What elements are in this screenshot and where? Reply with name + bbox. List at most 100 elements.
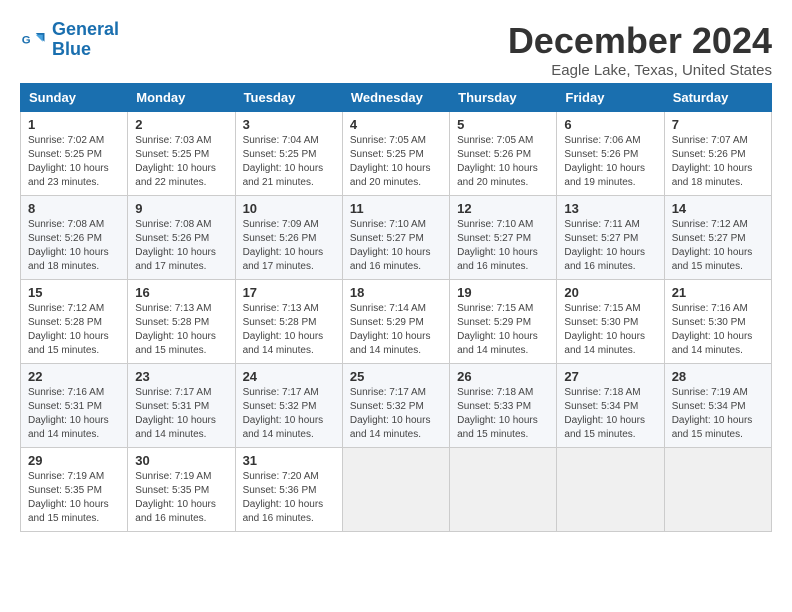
calendar-header-row: SundayMondayTuesdayWednesdayThursdayFrid… [21,84,772,112]
calendar-cell: 22 Sunrise: 7:16 AM Sunset: 5:31 PM Dayli… [21,364,128,448]
calendar-subtitle: Eagle Lake, Texas, United States [508,62,772,79]
day-number: 17 [243,285,335,300]
calendar-week-1: 1 Sunrise: 7:02 AM Sunset: 5:25 PM Daylig… [21,112,772,196]
calendar-cell: 24 Sunrise: 7:17 AM Sunset: 5:32 PM Dayli… [235,364,342,448]
calendar-header-monday: Monday [128,84,235,112]
svg-text:G: G [22,34,31,46]
calendar-cell: 9 Sunrise: 7:08 AM Sunset: 5:26 PM Daylig… [128,196,235,280]
logo-icon: G [20,26,48,54]
day-number: 2 [135,117,227,132]
calendar-cell: 23 Sunrise: 7:17 AM Sunset: 5:31 PM Dayli… [128,364,235,448]
day-info: Sunrise: 7:18 AM Sunset: 5:33 PM Dayligh… [457,386,549,442]
day-info: Sunrise: 7:19 AM Sunset: 5:35 PM Dayligh… [135,470,227,526]
calendar-cell: 2 Sunrise: 7:03 AM Sunset: 5:25 PM Daylig… [128,112,235,196]
day-number: 21 [672,285,764,300]
calendar-header-thursday: Thursday [450,84,557,112]
calendar-cell: 15 Sunrise: 7:12 AM Sunset: 5:28 PM Dayli… [21,280,128,364]
calendar-cell: 20 Sunrise: 7:15 AM Sunset: 5:30 PM Dayli… [557,280,664,364]
calendar-cell: 7Sunrise: 7:07 AM Sunset: 5:26 PM Daylig… [664,112,771,196]
calendar-cell: 8 Sunrise: 7:08 AM Sunset: 5:26 PM Daylig… [21,196,128,280]
day-number: 14 [672,201,764,216]
logo: G General Blue [20,20,119,60]
day-number: 3 [243,117,335,132]
day-info: Sunrise: 7:09 AM Sunset: 5:26 PM Dayligh… [243,218,335,274]
day-info: Sunrise: 7:13 AM Sunset: 5:28 PM Dayligh… [243,302,335,358]
calendar-cell [342,448,449,532]
day-info: Sunrise: 7:05 AM Sunset: 5:26 PM Dayligh… [457,134,549,190]
calendar-table: SundayMondayTuesdayWednesdayThursdayFrid… [20,83,772,532]
day-info: Sunrise: 7:06 AM Sunset: 5:26 PM Dayligh… [564,134,656,190]
day-number: 22 [28,369,120,384]
day-number: 9 [135,201,227,216]
day-number: 5 [457,117,549,132]
day-number: 8 [28,201,120,216]
day-info: Sunrise: 7:07 AM Sunset: 5:26 PM Dayligh… [672,134,764,190]
title-area: December 2024 Eagle Lake, Texas, United … [508,20,772,79]
day-number: 6 [564,117,656,132]
calendar-cell: 18Sunrise: 7:14 AM Sunset: 5:29 PM Dayli… [342,280,449,364]
day-number: 31 [243,453,335,468]
day-number: 18 [350,285,442,300]
calendar-cell [664,448,771,532]
day-info: Sunrise: 7:10 AM Sunset: 5:27 PM Dayligh… [457,218,549,274]
calendar-week-3: 15 Sunrise: 7:12 AM Sunset: 5:28 PM Dayli… [21,280,772,364]
day-info: Sunrise: 7:02 AM Sunset: 5:25 PM Dayligh… [28,134,120,190]
day-info: Sunrise: 7:10 AM Sunset: 5:27 PM Dayligh… [350,218,442,274]
calendar-header-friday: Friday [557,84,664,112]
day-number: 15 [28,285,120,300]
calendar-cell: 6 Sunrise: 7:06 AM Sunset: 5:26 PM Daylig… [557,112,664,196]
calendar-cell: 29Sunrise: 7:19 AM Sunset: 5:35 PM Dayli… [21,448,128,532]
calendar-header-saturday: Saturday [664,84,771,112]
calendar-week-2: 8 Sunrise: 7:08 AM Sunset: 5:26 PM Daylig… [21,196,772,280]
calendar-cell: 12 Sunrise: 7:10 AM Sunset: 5:27 PM Dayli… [450,196,557,280]
day-info: Sunrise: 7:17 AM Sunset: 5:32 PM Dayligh… [350,386,442,442]
calendar-cell: 30 Sunrise: 7:19 AM Sunset: 5:35 PM Dayli… [128,448,235,532]
calendar-cell: 17 Sunrise: 7:13 AM Sunset: 5:28 PM Dayli… [235,280,342,364]
day-number: 20 [564,285,656,300]
calendar-cell: 4Sunrise: 7:05 AM Sunset: 5:25 PM Daylig… [342,112,449,196]
calendar-cell: 26 Sunrise: 7:18 AM Sunset: 5:33 PM Dayli… [450,364,557,448]
day-info: Sunrise: 7:15 AM Sunset: 5:29 PM Dayligh… [457,302,549,358]
day-info: Sunrise: 7:15 AM Sunset: 5:30 PM Dayligh… [564,302,656,358]
day-info: Sunrise: 7:16 AM Sunset: 5:30 PM Dayligh… [672,302,764,358]
calendar-week-5: 29Sunrise: 7:19 AM Sunset: 5:35 PM Dayli… [21,448,772,532]
day-number: 23 [135,369,227,384]
calendar-cell: 19 Sunrise: 7:15 AM Sunset: 5:29 PM Dayli… [450,280,557,364]
day-info: Sunrise: 7:08 AM Sunset: 5:26 PM Dayligh… [135,218,227,274]
day-info: Sunrise: 7:11 AM Sunset: 5:27 PM Dayligh… [564,218,656,274]
calendar-cell: 21 Sunrise: 7:16 AM Sunset: 5:30 PM Dayli… [664,280,771,364]
day-number: 19 [457,285,549,300]
calendar-cell [557,448,664,532]
calendar-header-wednesday: Wednesday [342,84,449,112]
day-number: 12 [457,201,549,216]
day-number: 30 [135,453,227,468]
day-number: 24 [243,369,335,384]
day-info: Sunrise: 7:05 AM Sunset: 5:25 PM Dayligh… [350,134,442,190]
calendar-cell: 27Sunrise: 7:18 AM Sunset: 5:34 PM Dayli… [557,364,664,448]
day-info: Sunrise: 7:08 AM Sunset: 5:26 PM Dayligh… [28,218,120,274]
calendar-cell: 31 Sunrise: 7:20 AM Sunset: 5:36 PM Dayli… [235,448,342,532]
day-info: Sunrise: 7:17 AM Sunset: 5:31 PM Dayligh… [135,386,227,442]
day-info: Sunrise: 7:18 AM Sunset: 5:34 PM Dayligh… [564,386,656,442]
calendar-cell: 11 Sunrise: 7:10 AM Sunset: 5:27 PM Dayli… [342,196,449,280]
day-number: 10 [243,201,335,216]
day-info: Sunrise: 7:20 AM Sunset: 5:36 PM Dayligh… [243,470,335,526]
day-number: 16 [135,285,227,300]
calendar-cell: 28Sunrise: 7:19 AM Sunset: 5:34 PM Dayli… [664,364,771,448]
day-info: Sunrise: 7:16 AM Sunset: 5:31 PM Dayligh… [28,386,120,442]
day-info: Sunrise: 7:12 AM Sunset: 5:28 PM Dayligh… [28,302,120,358]
day-number: 11 [350,201,442,216]
calendar-header-sunday: Sunday [21,84,128,112]
day-number: 28 [672,369,764,384]
calendar-cell: 3 Sunrise: 7:04 AM Sunset: 5:25 PM Daylig… [235,112,342,196]
day-number: 26 [457,369,549,384]
day-info: Sunrise: 7:03 AM Sunset: 5:25 PM Dayligh… [135,134,227,190]
calendar-cell: 1 Sunrise: 7:02 AM Sunset: 5:25 PM Daylig… [21,112,128,196]
day-number: 13 [564,201,656,216]
day-info: Sunrise: 7:13 AM Sunset: 5:28 PM Dayligh… [135,302,227,358]
calendar-cell: 25Sunrise: 7:17 AM Sunset: 5:32 PM Dayli… [342,364,449,448]
day-info: Sunrise: 7:04 AM Sunset: 5:25 PM Dayligh… [243,134,335,190]
day-info: Sunrise: 7:17 AM Sunset: 5:32 PM Dayligh… [243,386,335,442]
day-number: 1 [28,117,120,132]
calendar-cell: 10 Sunrise: 7:09 AM Sunset: 5:26 PM Dayli… [235,196,342,280]
